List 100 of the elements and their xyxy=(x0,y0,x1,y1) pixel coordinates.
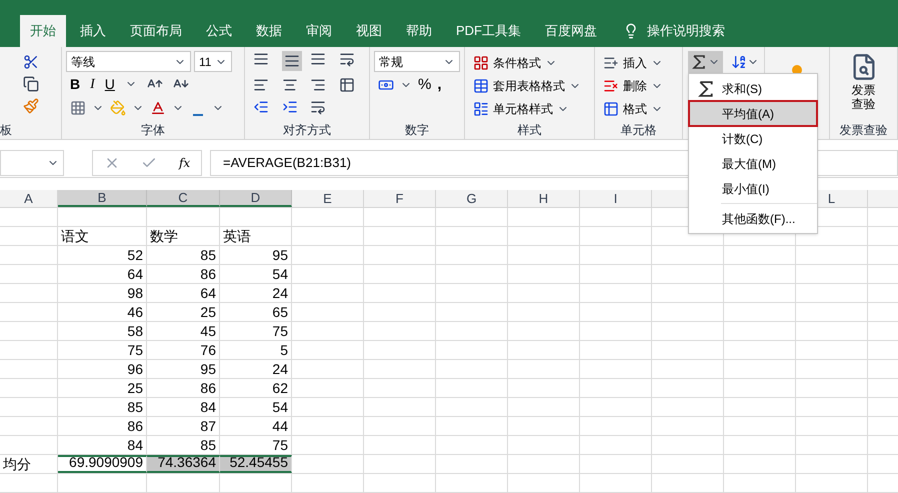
menu-item[interactable]: 其他函数(F)... xyxy=(689,206,817,231)
cut-icon[interactable] xyxy=(22,54,38,70)
percent-button[interactable]: % xyxy=(418,74,432,96)
column-header[interactable]: B xyxy=(58,190,147,207)
cell-text: 85 xyxy=(127,399,143,416)
format-painter-icon[interactable] xyxy=(22,98,38,114)
comma-button[interactable]: , xyxy=(437,74,442,96)
align-left-icon[interactable] xyxy=(253,77,269,93)
cell-text: 65 xyxy=(272,304,288,321)
style-menu-button[interactable]: 单元格样式 xyxy=(473,97,586,120)
ribbon-tab[interactable]: 公式 xyxy=(196,15,242,47)
cell-text: 45 xyxy=(200,323,216,340)
sort-filter-icon[interactable] xyxy=(731,54,747,70)
cell-text: 64 xyxy=(200,285,216,302)
font-name-field[interactable]: 等线 xyxy=(66,51,191,72)
ribbon-tab[interactable]: 视图 xyxy=(346,15,392,47)
orientation-icon[interactable] xyxy=(310,99,326,115)
cell-text: 86 xyxy=(127,418,143,435)
menu-item[interactable]: 计数(C) xyxy=(689,126,817,151)
cells-menu-button[interactable]: 格式 xyxy=(603,97,674,120)
cell-text: 76 xyxy=(200,342,216,359)
cell-text: 44 xyxy=(272,418,288,435)
cell-text: 24 xyxy=(272,361,288,378)
decrease-indent-icon[interactable] xyxy=(253,99,269,115)
cell-text: 75 xyxy=(272,437,288,454)
copy-icon[interactable] xyxy=(22,76,38,92)
font-color-icon[interactable] xyxy=(150,100,166,116)
fill-color-icon[interactable] xyxy=(110,100,126,116)
ribbon-tab[interactable]: 百度网盘 xyxy=(535,15,607,47)
cell-text: 52 xyxy=(127,247,143,264)
ribbon-tab[interactable]: 开始 xyxy=(20,15,66,47)
column-header[interactable]: D xyxy=(220,190,292,207)
cell-text: 54 xyxy=(272,399,288,416)
cell-text: 62 xyxy=(272,380,288,397)
style-menu-button[interactable]: 套用表格格式 xyxy=(473,74,586,97)
invoice-check-button[interactable]: 发票查验 xyxy=(848,83,878,111)
ribbon-tab[interactable]: PDF工具集 xyxy=(446,15,531,47)
ribbon-tab[interactable]: 插入 xyxy=(70,15,116,47)
cell-text: 95 xyxy=(200,361,216,378)
cell-text: 54 xyxy=(272,266,288,283)
wrap-text-icon[interactable] xyxy=(338,51,354,67)
number-format-field[interactable]: 常规 xyxy=(374,51,460,72)
cell-text: 95 xyxy=(272,247,288,264)
cell-text: 74.36364 xyxy=(158,454,216,471)
grid-icon xyxy=(473,54,489,70)
ribbon-tab[interactable]: 页面布局 xyxy=(120,15,192,47)
ribbon-tab[interactable]: 审阅 xyxy=(296,15,342,47)
ribbon-tab[interactable]: 帮助 xyxy=(396,15,442,47)
cell-text: 24 xyxy=(272,285,288,302)
cell-text: 98 xyxy=(127,285,143,302)
group-label: 发票查验 xyxy=(840,122,888,139)
menu-item[interactable]: 求和(S) xyxy=(689,76,817,101)
column-header[interactable]: I xyxy=(580,190,652,207)
sigma-icon xyxy=(692,55,706,69)
menu-item[interactable]: 平均值(A) xyxy=(689,101,817,126)
cell-text: 英语 xyxy=(223,228,251,245)
column-header[interactable]: G xyxy=(436,190,508,207)
search-hint[interactable]: 操作说明搜索 xyxy=(647,21,725,41)
bold-button[interactable]: B xyxy=(70,74,80,94)
cell-text: 84 xyxy=(127,437,143,454)
cell-text: 均分 xyxy=(3,456,31,473)
cell-text: 85 xyxy=(200,247,216,264)
group-label: 板 xyxy=(0,122,12,139)
table-icon xyxy=(473,78,489,94)
cell-text: 25 xyxy=(127,380,143,397)
insert-rows-icon xyxy=(603,54,619,70)
cell-text: 64 xyxy=(127,266,143,283)
increase-indent-icon[interactable] xyxy=(282,99,298,115)
cell-text: 96 xyxy=(127,361,143,378)
cell-text: 52.45455 xyxy=(230,454,288,471)
borders-icon[interactable] xyxy=(70,100,86,116)
style-menu-button[interactable]: 条件格式 xyxy=(473,51,586,74)
column-header[interactable]: F xyxy=(364,190,436,207)
top-align-icon[interactable] xyxy=(253,51,269,67)
group-label: 对齐方式 xyxy=(283,122,331,139)
middle-align-icon[interactable] xyxy=(282,51,302,71)
cells-menu-button[interactable]: 插入 xyxy=(603,51,674,74)
group-label: 单元格 xyxy=(620,122,656,139)
menu-item[interactable]: 最大值(M) xyxy=(689,151,817,176)
autosum-button[interactable] xyxy=(688,51,723,73)
align-right-icon[interactable] xyxy=(310,77,326,93)
font-size-field[interactable]: 11 xyxy=(194,51,232,72)
merge-icon[interactable] xyxy=(338,77,354,93)
bottom-align-icon[interactable] xyxy=(310,51,326,67)
italic-button[interactable]: I xyxy=(90,74,95,94)
table-icon xyxy=(603,100,619,116)
cells-menu-button[interactable]: 删除 xyxy=(603,74,674,97)
cell-text: 语文 xyxy=(61,228,89,245)
column-header[interactable]: E xyxy=(292,190,364,207)
cell-text: 86 xyxy=(200,380,216,397)
cell-text: 46 xyxy=(127,304,143,321)
insert-function-button[interactable]: fx xyxy=(178,154,190,172)
align-center-icon[interactable] xyxy=(282,77,298,93)
cell-text: 58 xyxy=(127,323,143,340)
cell-text: 数学 xyxy=(150,228,178,245)
cell-text: 85 xyxy=(200,437,216,454)
column-header[interactable]: C xyxy=(147,190,220,207)
column-header[interactable]: H xyxy=(508,190,580,207)
underline-button[interactable]: U xyxy=(104,74,115,94)
ribbon-tab[interactable]: 数据 xyxy=(246,15,292,47)
